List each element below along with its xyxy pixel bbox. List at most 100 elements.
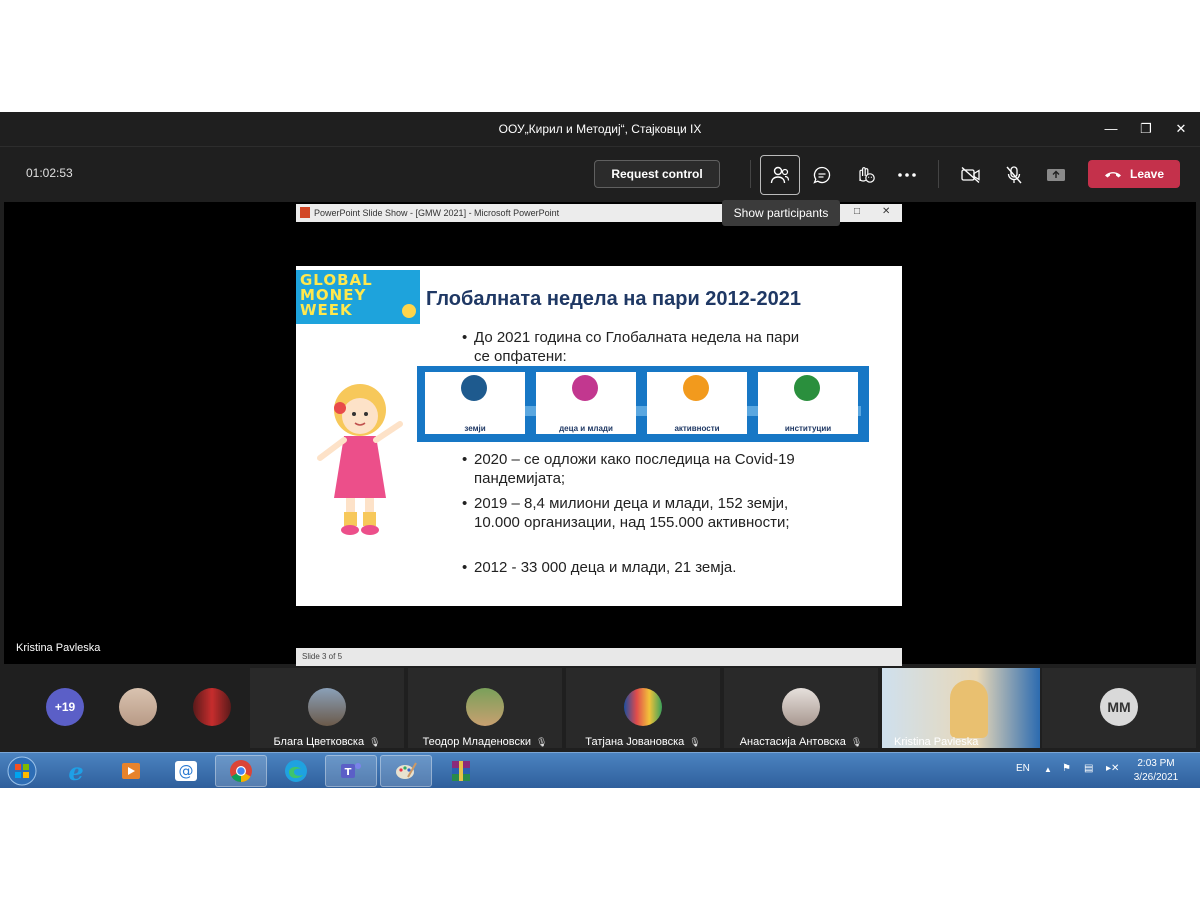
participant-video-tile[interactable]: Kristina Pavleska (882, 668, 1040, 748)
close-button[interactable]: ✕ (1170, 118, 1192, 140)
internet-explorer-icon: e (68, 756, 84, 786)
slide-bullet-intro: До 2021 година со Глобалната недела на п… (462, 328, 804, 366)
participant-tile[interactable]: Теодор Младеновски 🎙︎ (408, 668, 562, 748)
show-hidden-icons[interactable]: ▲ (1044, 765, 1052, 774)
participant-name: Блага Цветковска (273, 736, 365, 748)
powerpoint-slideshow-window: PowerPoint Slide Show - [GMW 2021] - Mic… (296, 204, 902, 666)
slide: GLOBAL MONEY WEEK Глобалната недела на п… (296, 266, 902, 606)
stat-label: земји (464, 424, 486, 433)
camera-toggle-button[interactable] (951, 155, 991, 195)
stat-card: 63.000 институции (758, 372, 858, 434)
stat-label: институции (784, 424, 832, 433)
mic-muted-icon: 🎙︎ (850, 737, 863, 747)
stat-value: 175 (468, 413, 482, 422)
ppt-close-icon[interactable]: ✕ (882, 206, 890, 217)
show-participants-button[interactable] (760, 155, 800, 195)
participant-tile[interactable]: Анастасија Антовска 🎙︎ (724, 668, 878, 748)
avatar (466, 688, 504, 726)
presenter-name: Kristina Pavleska (16, 642, 101, 654)
share-button[interactable] (1036, 155, 1076, 195)
slide-title: Глобалната недела на пари 2012-2021 (426, 288, 801, 310)
raise-hand-icon (859, 167, 875, 183)
show-participants-tooltip: Show participants (722, 200, 840, 226)
slide-bullet: 2020 – се одложи како последица на Covid… (462, 450, 804, 488)
meeting-timer: 01:02:53 (26, 166, 73, 180)
chrome-icon (230, 760, 252, 782)
participant-tile[interactable]: MM (1042, 668, 1196, 748)
mic-toggle-button[interactable] (994, 155, 1034, 195)
theater-masks-icon (683, 375, 709, 401)
avatar-initials: MM (1100, 688, 1138, 726)
buildings-icon (794, 375, 820, 401)
stat-value: 465.000 (682, 413, 712, 422)
participant-name: Татјана Јовановска (585, 736, 685, 748)
stat-value: 63.000 (795, 413, 821, 422)
restore-button[interactable]: ❐ (1135, 118, 1157, 140)
teams-meeting-window: ООУ„Кирил и Методиј“, Стајковци IX — ❐ ✕… (0, 112, 1200, 788)
leave-button[interactable]: Leave (1088, 160, 1180, 188)
avatar[interactable] (193, 688, 231, 726)
camera-off-icon (961, 166, 980, 184)
media-player-icon (122, 763, 140, 779)
mic-muted-icon: 🎙︎ (535, 737, 548, 747)
reactions-button[interactable] (845, 155, 885, 195)
mail-icon: @ (175, 761, 197, 781)
leave-label: Leave (1129, 167, 1165, 181)
taskbar-app[interactable] (380, 755, 432, 787)
avatar (624, 688, 662, 726)
participant-name: Kristina Pavleska (894, 736, 979, 748)
action-center-flag-icon[interactable]: ⚑ (1062, 763, 1071, 774)
logo-text: GLOBAL MONEY WEEK (300, 271, 373, 319)
stats-panel: 175 земји 40.200.000 деца и млади 465.00… (417, 366, 869, 442)
more-actions-button[interactable] (887, 155, 927, 195)
volume-muted-icon[interactable]: ▸✕ (1106, 763, 1119, 774)
taskbar-app[interactable]: @ (160, 755, 212, 787)
more-participants-button[interactable]: +19 (46, 688, 84, 726)
svg-text:@: @ (179, 762, 194, 780)
more-icon (898, 173, 916, 177)
toolbar-divider (750, 160, 751, 188)
participant-strip: +19 Блага Цветковска 🎙︎ Теодор Младеновск… (0, 666, 1200, 750)
logo-mascot-icon (402, 304, 416, 318)
stat-card: 465.000 активности (647, 372, 747, 434)
slide-bullet: 2019 – 8,4 милиони деца и млади, 152 зем… (462, 494, 804, 532)
title-bar: ООУ„Кирил и Методиј“, Стајковци IX — ❐ ✕ (0, 112, 1200, 146)
stat-card: 175 земји (425, 372, 525, 434)
participant-tile[interactable]: Татјана Јовановска 🎙︎ (566, 668, 720, 748)
taskbar-app[interactable] (435, 755, 487, 787)
slide-bullet: 2012 - 33 000 деца и млади, 21 земја. (462, 558, 804, 577)
language-indicator[interactable]: EN (1016, 763, 1030, 774)
mic-off-icon (1006, 166, 1022, 184)
request-control-button[interactable]: Request control (594, 160, 720, 188)
participant-name: Анастасија Антовска (739, 736, 846, 748)
taskbar-app[interactable] (105, 755, 157, 787)
winrar-icon (452, 761, 470, 781)
taskbar-app[interactable]: T (325, 755, 377, 787)
clock-time: 2:03 PM (1137, 758, 1175, 769)
ppt-restore-icon[interactable]: □ (854, 206, 860, 217)
stat-card: 40.200.000 деца и млади (536, 372, 636, 434)
windows-taskbar: e @ T EN ▲ ⚑ ▤ ▸✕ 2:03 PM 3/26/2021 (0, 752, 1200, 788)
girl-illustration (317, 384, 403, 535)
avatar (782, 688, 820, 726)
mic-muted-icon: 🎙︎ (689, 737, 701, 747)
teams-icon: T (341, 763, 361, 778)
participant-video (950, 680, 988, 738)
taskbar-app[interactable]: e (50, 755, 102, 787)
participant-tile[interactable]: Блага Цветковска 🎙︎ (250, 668, 404, 748)
ppt-window-title: PowerPoint Slide Show - [GMW 2021] - Mic… (314, 208, 560, 218)
slide-counter: Slide 3 of 5 (302, 652, 343, 661)
minimize-button[interactable]: — (1100, 118, 1122, 140)
taskbar-app[interactable] (270, 755, 322, 787)
start-button[interactable] (2, 755, 42, 787)
toolbar-divider (938, 160, 939, 188)
chat-button[interactable] (802, 155, 842, 195)
taskbar-clock[interactable]: 2:03 PM 3/26/2021 (1126, 757, 1186, 785)
paint-icon (396, 762, 417, 779)
participant-name: Теодор Младеновски (422, 736, 531, 748)
avatar[interactable] (119, 688, 157, 726)
globe-icon (461, 375, 487, 401)
network-icon[interactable]: ▤ (1084, 763, 1093, 774)
taskbar-app[interactable] (215, 755, 267, 787)
meeting-toolbar: 01:02:53 Request control Leave (0, 146, 1200, 200)
